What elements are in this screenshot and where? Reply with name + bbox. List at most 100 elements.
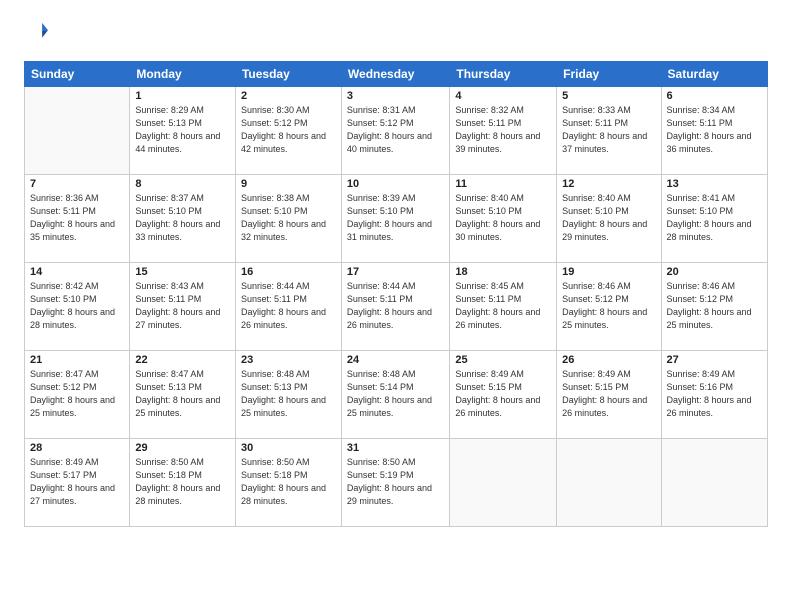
day-info: Sunrise: 8:40 AMSunset: 5:10 PMDaylight:… xyxy=(562,192,655,244)
day-number: 2 xyxy=(241,90,336,102)
day-cell xyxy=(25,87,130,175)
day-cell: 11 Sunrise: 8:40 AMSunset: 5:10 PMDayligh… xyxy=(450,175,557,263)
day-info: Sunrise: 8:48 AMSunset: 5:13 PMDaylight:… xyxy=(241,368,336,420)
day-cell xyxy=(557,439,661,527)
day-cell: 13Sunrise: 8:41 AMSunset: 5:10 PMDayligh… xyxy=(661,175,767,263)
day-number: 31 xyxy=(347,442,444,454)
day-cell: 1Sunrise: 8:29 AMSunset: 5:13 PMDaylight… xyxy=(130,87,236,175)
day-number: 10 xyxy=(347,178,444,190)
weekday-header-tuesday: Tuesday xyxy=(235,62,341,87)
weekday-header-monday: Monday xyxy=(130,62,236,87)
day-info: Sunrise: 8:45 AMSunset: 5:11 PMDaylight:… xyxy=(455,280,551,332)
day-cell: 16 Sunrise: 8:44 AMSunset: 5:11 PMDayligh… xyxy=(235,263,341,351)
day-number: 23 xyxy=(241,354,336,366)
day-number: 18 xyxy=(455,266,551,278)
day-cell: 14 Sunrise: 8:42 AMSunset: 5:10 PMDayligh… xyxy=(25,263,130,351)
day-number: 1 xyxy=(135,90,230,102)
day-cell: 12 Sunrise: 8:40 AMSunset: 5:10 PMDayligh… xyxy=(557,175,661,263)
day-info: Sunrise: 8:46 AMSunset: 5:12 PMDaylight:… xyxy=(562,280,655,332)
day-info: Sunrise: 8:33 AMSunset: 5:11 PMDaylight:… xyxy=(562,104,655,156)
calendar-table: SundayMondayTuesdayWednesdayThursdayFrid… xyxy=(24,61,768,527)
day-info: Sunrise: 8:30 AMSunset: 5:12 PMDaylight:… xyxy=(241,104,336,156)
day-info: Sunrise: 8:49 AMSunset: 5:15 PMDaylight:… xyxy=(562,368,655,420)
day-info: Sunrise: 8:47 AMSunset: 5:12 PMDaylight:… xyxy=(30,368,124,420)
day-number: 14 xyxy=(30,266,124,278)
day-cell: 10 Sunrise: 8:39 AMSunset: 5:10 PMDayligh… xyxy=(341,175,449,263)
day-info: Sunrise: 8:49 AMSunset: 5:15 PMDaylight:… xyxy=(455,368,551,420)
logo xyxy=(24,20,48,47)
day-number: 27 xyxy=(667,354,762,366)
day-number: 6 xyxy=(667,90,762,102)
weekday-header-row: SundayMondayTuesdayWednesdayThursdayFrid… xyxy=(25,62,768,87)
day-cell xyxy=(661,439,767,527)
day-number: 16 xyxy=(241,266,336,278)
day-number: 29 xyxy=(135,442,230,454)
day-info: Sunrise: 8:47 AMSunset: 5:13 PMDaylight:… xyxy=(135,368,230,420)
day-number: 8 xyxy=(135,178,230,190)
weekday-header-thursday: Thursday xyxy=(450,62,557,87)
day-cell: 30 Sunrise: 8:50 AMSunset: 5:18 PMDayligh… xyxy=(235,439,341,527)
day-number: 12 xyxy=(562,178,655,190)
day-cell: 26 Sunrise: 8:49 AMSunset: 5:15 PMDayligh… xyxy=(557,351,661,439)
day-cell: 31 Sunrise: 8:50 AMSunset: 5:19 PMDayligh… xyxy=(341,439,449,527)
day-cell xyxy=(450,439,557,527)
day-number: 3 xyxy=(347,90,444,102)
day-info: Sunrise: 8:50 AMSunset: 5:18 PMDaylight:… xyxy=(135,456,230,508)
day-info: Sunrise: 8:44 AMSunset: 5:11 PMDaylight:… xyxy=(241,280,336,332)
day-number: 5 xyxy=(562,90,655,102)
day-number: 19 xyxy=(562,266,655,278)
day-info: Sunrise: 8:39 AMSunset: 5:10 PMDaylight:… xyxy=(347,192,444,244)
day-info: Sunrise: 8:38 AMSunset: 5:10 PMDaylight:… xyxy=(241,192,336,244)
day-cell: 25 Sunrise: 8:49 AMSunset: 5:15 PMDayligh… xyxy=(450,351,557,439)
day-cell: 8 Sunrise: 8:37 AMSunset: 5:10 PMDaylight… xyxy=(130,175,236,263)
weekday-header-wednesday: Wednesday xyxy=(341,62,449,87)
day-info: Sunrise: 8:31 AMSunset: 5:12 PMDaylight:… xyxy=(347,104,444,156)
day-info: Sunrise: 8:36 AMSunset: 5:11 PMDaylight:… xyxy=(30,192,124,244)
day-cell: 15 Sunrise: 8:43 AMSunset: 5:11 PMDayligh… xyxy=(130,263,236,351)
day-cell: 3 Sunrise: 8:31 AMSunset: 5:12 PMDaylight… xyxy=(341,87,449,175)
day-info: Sunrise: 8:50 AMSunset: 5:19 PMDaylight:… xyxy=(347,456,444,508)
week-row-4: 28 Sunrise: 8:49 AMSunset: 5:17 PMDayligh… xyxy=(25,439,768,527)
day-cell: 5 Sunrise: 8:33 AMSunset: 5:11 PMDaylight… xyxy=(557,87,661,175)
day-number: 13 xyxy=(667,178,762,190)
day-info: Sunrise: 8:34 AMSunset: 5:11 PMDaylight:… xyxy=(667,104,762,156)
calendar-page: SundayMondayTuesdayWednesdayThursdayFrid… xyxy=(0,0,792,612)
day-cell: 2 Sunrise: 8:30 AMSunset: 5:12 PMDaylight… xyxy=(235,87,341,175)
day-cell: 20Sunrise: 8:46 AMSunset: 5:12 PMDayligh… xyxy=(661,263,767,351)
day-cell: 24Sunrise: 8:48 AMSunset: 5:14 PMDayligh… xyxy=(341,351,449,439)
week-row-0: 1Sunrise: 8:29 AMSunset: 5:13 PMDaylight… xyxy=(25,87,768,175)
day-cell: 19 Sunrise: 8:46 AMSunset: 5:12 PMDayligh… xyxy=(557,263,661,351)
day-number: 4 xyxy=(455,90,551,102)
day-number: 15 xyxy=(135,266,230,278)
day-number: 21 xyxy=(30,354,124,366)
day-info: Sunrise: 8:40 AMSunset: 5:10 PMDaylight:… xyxy=(455,192,551,244)
day-number: 9 xyxy=(241,178,336,190)
day-number: 26 xyxy=(562,354,655,366)
day-number: 30 xyxy=(241,442,336,454)
weekday-header-friday: Friday xyxy=(557,62,661,87)
day-number: 25 xyxy=(455,354,551,366)
weekday-header-saturday: Saturday xyxy=(661,62,767,87)
day-cell: 22 Sunrise: 8:47 AMSunset: 5:13 PMDayligh… xyxy=(130,351,236,439)
day-info: Sunrise: 8:42 AMSunset: 5:10 PMDaylight:… xyxy=(30,280,124,332)
week-row-2: 14 Sunrise: 8:42 AMSunset: 5:10 PMDayligh… xyxy=(25,263,768,351)
day-number: 28 xyxy=(30,442,124,454)
day-number: 11 xyxy=(455,178,551,190)
day-cell: 4 Sunrise: 8:32 AMSunset: 5:11 PMDaylight… xyxy=(450,87,557,175)
day-cell: 6 Sunrise: 8:34 AMSunset: 5:11 PMDaylight… xyxy=(661,87,767,175)
day-info: Sunrise: 8:44 AMSunset: 5:11 PMDaylight:… xyxy=(347,280,444,332)
day-cell: 28 Sunrise: 8:49 AMSunset: 5:17 PMDayligh… xyxy=(25,439,130,527)
day-cell: 18 Sunrise: 8:45 AMSunset: 5:11 PMDayligh… xyxy=(450,263,557,351)
day-number: 22 xyxy=(135,354,230,366)
day-info: Sunrise: 8:37 AMSunset: 5:10 PMDaylight:… xyxy=(135,192,230,244)
day-info: Sunrise: 8:50 AMSunset: 5:18 PMDaylight:… xyxy=(241,456,336,508)
day-info: Sunrise: 8:32 AMSunset: 5:11 PMDaylight:… xyxy=(455,104,551,156)
day-info: Sunrise: 8:49 AMSunset: 5:17 PMDaylight:… xyxy=(30,456,124,508)
day-cell: 21 Sunrise: 8:47 AMSunset: 5:12 PMDayligh… xyxy=(25,351,130,439)
day-cell: 9 Sunrise: 8:38 AMSunset: 5:10 PMDaylight… xyxy=(235,175,341,263)
header xyxy=(24,20,768,47)
day-info: Sunrise: 8:43 AMSunset: 5:11 PMDaylight:… xyxy=(135,280,230,332)
day-number: 20 xyxy=(667,266,762,278)
day-number: 24 xyxy=(347,354,444,366)
day-cell: 17Sunrise: 8:44 AMSunset: 5:11 PMDayligh… xyxy=(341,263,449,351)
